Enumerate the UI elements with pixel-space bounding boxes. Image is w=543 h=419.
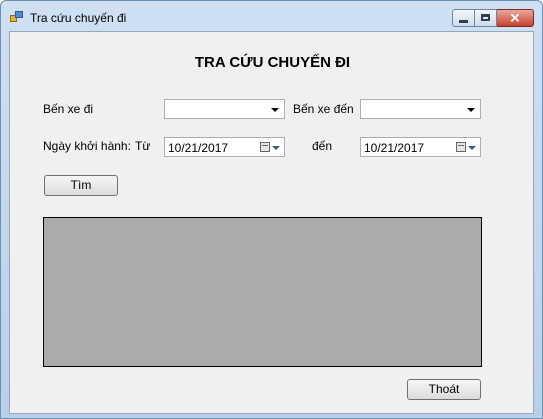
maximize-icon (481, 14, 490, 21)
window-title: Tra cứu chuyến đi (30, 11, 127, 25)
page-title: TRA CỨU CHUYẾN ĐI (194, 54, 351, 71)
departure-label: Bến xe đi (43, 102, 94, 116)
window-controls: ✕ (452, 9, 534, 29)
from-date-picker[interactable]: 10/21/2017 (164, 137, 285, 157)
chevron-down-icon[interactable] (271, 108, 279, 112)
title-bar[interactable]: Tra cứu chuyến đi ✕ (1, 1, 542, 31)
search-button[interactable]: Tìm (44, 175, 118, 196)
results-grid[interactable] (43, 217, 482, 367)
close-button[interactable]: ✕ (497, 9, 534, 27)
calendar-icon[interactable] (456, 142, 466, 152)
from-label: Từ (135, 139, 151, 153)
maximize-button[interactable] (475, 9, 497, 27)
app-icon (10, 11, 24, 23)
calendar-icon[interactable] (260, 142, 270, 152)
close-icon: ✕ (509, 10, 521, 26)
exit-button[interactable]: Thoát (407, 379, 481, 400)
chevron-down-icon[interactable] (468, 146, 476, 150)
minimize-icon (459, 20, 468, 23)
minimize-button[interactable] (452, 9, 475, 27)
from-date-value: 10/21/2017 (168, 141, 229, 155)
arrival-label: Bến xe đến (293, 102, 354, 116)
to-label: đến (312, 139, 333, 153)
arrival-combobox[interactable] (360, 99, 481, 119)
app-window: Tra cứu chuyến đi ✕ TRA CỨU CHUYẾN ĐI Bế… (0, 0, 543, 419)
departure-combobox[interactable] (164, 99, 285, 119)
form-body: TRA CỨU CHUYẾN ĐI Bến xe đi Bến xe đến N… (9, 31, 534, 414)
chevron-down-icon[interactable] (467, 108, 475, 112)
to-date-picker[interactable]: 10/21/2017 (360, 137, 481, 157)
date-label: Ngày khởi hành: (43, 139, 131, 153)
to-date-value: 10/21/2017 (364, 141, 425, 155)
chevron-down-icon[interactable] (272, 146, 280, 150)
